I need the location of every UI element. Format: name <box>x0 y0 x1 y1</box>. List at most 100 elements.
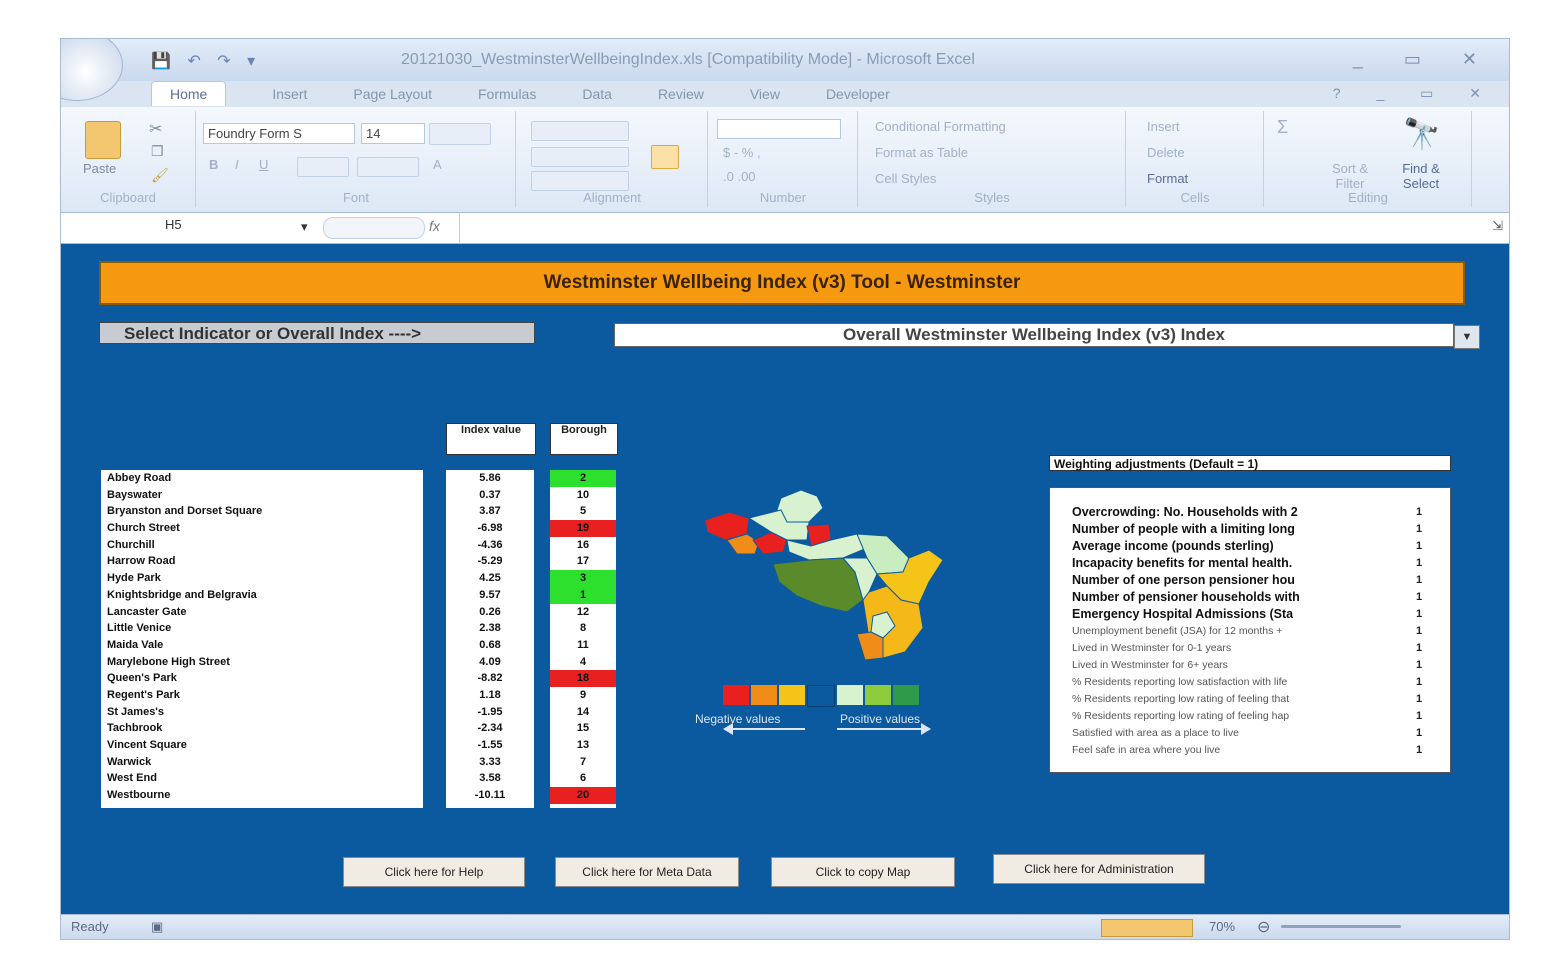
weighting-value[interactable]: 1 <box>1416 657 1422 674</box>
format-painter-icon[interactable]: 🖌 <box>151 167 169 184</box>
sort-filter-button[interactable]: Sort & Filter <box>1327 161 1373 191</box>
ward-name[interactable]: Marylebone High Street <box>101 654 423 671</box>
ward-index-value[interactable]: -1.55 <box>446 737 534 754</box>
chevron-down-icon[interactable]: ▼ <box>1454 325 1480 349</box>
italic-button[interactable]: I <box>235 157 239 172</box>
insert-cells-button[interactable]: Insert <box>1147 119 1180 134</box>
ward-index-value[interactable]: 0.26 <box>446 604 534 621</box>
ward-borough-rank[interactable]: 14 <box>550 703 616 721</box>
ward-name[interactable]: Little Venice <box>101 620 423 637</box>
ward-name[interactable]: Vincent Square <box>101 737 423 754</box>
tab-home[interactable]: Home <box>151 81 227 106</box>
ward-index-value[interactable]: 5.86 <box>446 470 534 487</box>
conditional-formatting-button[interactable]: Conditional Formatting <box>875 119 1006 134</box>
ward-borough-rank[interactable]: 1 <box>550 586 616 604</box>
decimal-buttons[interactable]: .0 .00 <box>723 169 756 184</box>
ward-index-value[interactable]: 0.68 <box>446 637 534 654</box>
weighting-value[interactable]: 1 <box>1416 572 1422 589</box>
paste-button[interactable]: Paste <box>83 161 116 176</box>
ward-index-value[interactable]: -1.95 <box>446 704 534 721</box>
weighting-value[interactable]: 1 <box>1416 555 1422 572</box>
format-as-table-button[interactable]: Format as Table <box>875 145 968 160</box>
ward-index-value[interactable]: -10.11 <box>446 787 534 804</box>
ward-borough-rank[interactable]: 20 <box>550 787 616 804</box>
ward-borough-rank[interactable]: 12 <box>550 603 616 621</box>
fill-color-button[interactable] <box>357 157 419 177</box>
name-box[interactable]: H5 <box>69 217 309 232</box>
horizontal-align-buttons[interactable] <box>531 147 629 167</box>
ward-name[interactable]: Warwick <box>101 754 423 771</box>
merge-center-button[interactable] <box>651 145 679 169</box>
ward-name[interactable]: Maida Vale <box>101 637 423 654</box>
ward-borough-rank[interactable]: 4 <box>550 653 616 671</box>
ward-borough-rank[interactable]: 11 <box>550 636 616 654</box>
ward-name[interactable]: St James's <box>101 704 423 721</box>
ward-borough-rank[interactable]: 17 <box>550 553 616 571</box>
weighting-value[interactable]: 1 <box>1416 521 1422 538</box>
ward-name[interactable]: Queen's Park <box>101 670 423 687</box>
ward-name[interactable]: West End <box>101 770 423 787</box>
weighting-value[interactable]: 1 <box>1416 606 1422 623</box>
ward-index-value[interactable]: 4.25 <box>446 570 534 587</box>
format-cells-button[interactable]: Format <box>1147 171 1188 186</box>
ward-borough-rank[interactable]: 6 <box>550 770 616 788</box>
ward-index-value[interactable]: 0.37 <box>446 487 534 504</box>
office-button[interactable] <box>61 39 123 101</box>
indent-buttons[interactable] <box>531 171 629 191</box>
tab-developer[interactable]: Developer <box>826 82 890 106</box>
ward-borough-rank[interactable]: 15 <box>550 720 616 737</box>
ward-index-value[interactable]: 2.38 <box>446 620 534 637</box>
formula-cancel-enter[interactable] <box>323 217 425 239</box>
window-controls[interactable]: _ ▭ ✕ <box>1353 49 1495 70</box>
underline-button[interactable]: U <box>259 157 268 172</box>
help-icon[interactable]: ? _ ▭ ✕ <box>1333 85 1497 102</box>
tab-insert[interactable]: Insert <box>272 82 307 106</box>
ward-name[interactable]: Tachbrook <box>101 720 423 737</box>
weighting-value[interactable]: 1 <box>1416 742 1422 759</box>
find-select-button[interactable]: Find & Select <box>1393 161 1449 191</box>
ward-borough-rank[interactable]: 19 <box>550 520 616 537</box>
ward-index-value[interactable]: -2.34 <box>446 720 534 737</box>
copy-icon[interactable]: ❐ <box>151 143 164 160</box>
number-format-select[interactable] <box>717 119 841 139</box>
vertical-align-buttons[interactable] <box>531 121 629 141</box>
weighting-value[interactable]: 1 <box>1416 589 1422 606</box>
weighting-value[interactable]: 1 <box>1416 708 1422 725</box>
tab-view[interactable]: View <box>750 82 780 106</box>
copy-map-button[interactable]: Click to copy Map <box>771 857 955 887</box>
insert-function-icon[interactable]: fx <box>429 218 440 234</box>
ward-name[interactable]: Regent's Park <box>101 687 423 704</box>
name-box-dropdown-icon[interactable]: ▾ <box>301 219 308 235</box>
weighting-value[interactable]: 1 <box>1416 640 1422 657</box>
ward-borough-rank[interactable]: 7 <box>550 753 616 771</box>
ward-index-value[interactable]: -5.29 <box>446 553 534 570</box>
ward-index-value[interactable]: 3.33 <box>446 754 534 771</box>
ward-name[interactable]: Harrow Road <box>101 553 423 570</box>
ward-index-value[interactable]: 3.87 <box>446 503 534 520</box>
ward-name[interactable]: Hyde Park <box>101 570 423 587</box>
tab-formulas[interactable]: Formulas <box>478 82 536 106</box>
ward-borough-rank[interactable]: 8 <box>550 620 616 637</box>
ward-index-value[interactable]: -4.36 <box>446 537 534 554</box>
zoom-level[interactable]: 70% <box>1209 919 1235 934</box>
ward-name[interactable]: Knightsbridge and Belgravia <box>101 587 423 604</box>
ward-borough-rank[interactable]: 10 <box>550 486 616 504</box>
view-buttons[interactable] <box>1101 919 1193 937</box>
weighting-value[interactable]: 1 <box>1416 623 1422 640</box>
weighting-value[interactable]: 1 <box>1416 538 1422 555</box>
ward-name[interactable]: Bryanston and Dorset Square <box>101 503 423 520</box>
ward-borough-rank[interactable]: 16 <box>550 536 616 554</box>
ward-borough-rank[interactable]: 9 <box>550 686 616 704</box>
macro-record-icon[interactable]: ▣ <box>151 919 163 935</box>
ward-borough-rank[interactable]: 2 <box>550 470 616 487</box>
ward-index-value[interactable]: -8.82 <box>446 670 534 687</box>
ward-index-value[interactable]: -6.98 <box>446 520 534 537</box>
font-name-select[interactable]: Foundry Form S <box>203 123 355 144</box>
indicator-dropdown[interactable]: Overall Westminster Wellbeing Index (v3)… <box>614 323 1454 347</box>
ward-name[interactable]: Churchill <box>101 537 423 554</box>
ward-name[interactable]: Lancaster Gate <box>101 604 423 621</box>
font-color-button[interactable]: A <box>433 157 442 172</box>
paste-icon[interactable] <box>85 121 121 159</box>
borders-button[interactable] <box>297 157 349 177</box>
tab-data[interactable]: Data <box>582 82 612 106</box>
